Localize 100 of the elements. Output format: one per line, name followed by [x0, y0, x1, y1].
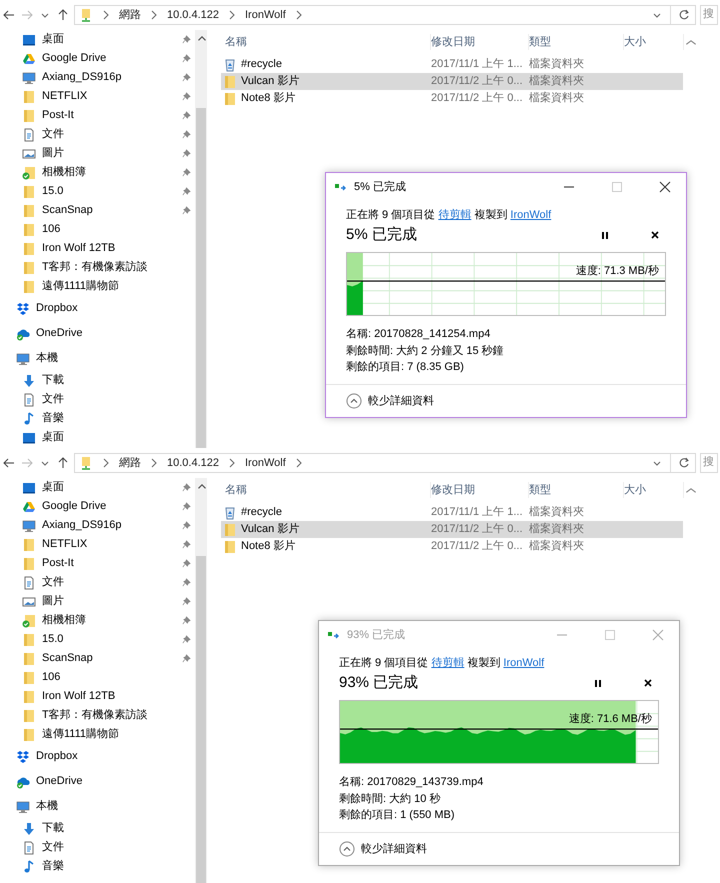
sidebar-item[interactable]: Google Drive: [0, 49, 195, 68]
sidebar-item[interactable]: 相機相簿: [0, 163, 195, 182]
recycle-bin-icon: [223, 58, 237, 72]
file-row[interactable]: #recycle 2017/11/1 上午 1... 檔案資料夾: [221, 56, 683, 73]
breadcrumb[interactable]: IronWolf: [245, 6, 286, 24]
breadcrumb[interactable]: 網路: [119, 454, 141, 472]
scrollbar[interactable]: [195, 478, 207, 883]
sidebar-item[interactable]: 桌面: [0, 428, 195, 447]
sidebar-item[interactable]: 本機: [0, 346, 195, 371]
sidebar-item[interactable]: 文件: [0, 838, 195, 857]
modified-date: 2017/11/1 上午 1...: [431, 505, 524, 520]
picture-icon: [22, 146, 36, 160]
file-row[interactable]: Vulcan 影片 2017/11/2 上午 0... 檔案資料夾: [221, 73, 683, 90]
desktop-icon: [22, 480, 36, 494]
picture-icon: [22, 594, 36, 608]
sidebar-item[interactable]: 相機相簿: [0, 611, 195, 630]
download-arrow-icon: [22, 374, 36, 388]
file-row[interactable]: Note8 影片 2017/11/2 上午 0... 檔案資料夾: [221, 90, 683, 107]
sidebar-item[interactable]: 15.0: [0, 630, 195, 649]
sidebar-item[interactable]: 文件: [0, 390, 195, 409]
sidebar-item[interactable]: Dropbox: [0, 296, 195, 321]
dropbox-icon: [16, 750, 30, 764]
search-field[interactable]: 搜: [700, 453, 718, 473]
folder-icon: [22, 670, 36, 684]
column-header[interactable]: 名稱: [221, 34, 431, 50]
refresh-icon: [677, 456, 691, 470]
folder-icon: [22, 728, 36, 742]
fewer-details-link[interactable]: 較少詳細資料: [368, 392, 434, 409]
breadcrumb[interactable]: 10.0.4.122: [167, 454, 219, 472]
sidebar-item[interactable]: 本機: [0, 794, 195, 819]
sidebar-item[interactable]: Iron Wolf 12TB: [0, 239, 195, 258]
sidebar-item[interactable]: 桌面: [0, 30, 195, 49]
column-header[interactable]: 大小: [624, 34, 684, 50]
folder-icon: [223, 540, 237, 554]
sidebar-item[interactable]: 下載: [0, 371, 195, 390]
sidebar-item[interactable]: 音樂: [0, 857, 195, 876]
destination-link[interactable]: IronWolf: [510, 209, 552, 221]
sidebar-item[interactable]: 遠傳1111購物節: [0, 725, 195, 744]
file-row[interactable]: Note8 影片 2017/11/2 上午 0... 檔案資料夾: [221, 538, 683, 555]
sidebar-item[interactable]: T客邦：有機像素訪談: [0, 706, 195, 725]
sidebar-item[interactable]: Axiang_DS916p: [0, 516, 195, 535]
sidebar-item[interactable]: 遠傳1111購物節: [0, 277, 195, 296]
back-icon: [2, 456, 16, 470]
folder-icon: [22, 632, 36, 646]
sidebar-item[interactable]: 文件: [0, 573, 195, 592]
breadcrumb[interactable]: 網路: [119, 6, 141, 24]
drive-icon: [22, 52, 36, 66]
sidebar-item[interactable]: 音樂: [0, 409, 195, 428]
close-icon: [651, 628, 665, 642]
sidebar-item[interactable]: Axiang_DS916p: [0, 68, 195, 87]
sidebar-item[interactable]: ScanSnap: [0, 649, 195, 668]
close-button[interactable]: [658, 180, 672, 194]
column-header[interactable]: 類型: [529, 482, 624, 498]
download-arrow-icon: [22, 822, 36, 836]
column-header[interactable]: 修改日期: [431, 482, 529, 498]
scrollbar[interactable]: [195, 30, 207, 448]
search-field[interactable]: 搜: [700, 5, 718, 25]
sidebar-item[interactable]: T客邦：有機像素訪談: [0, 258, 195, 277]
sidebar-item[interactable]: Post-It: [0, 106, 195, 125]
music-note-icon: [22, 412, 36, 426]
sidebar-item[interactable]: OneDrive: [0, 769, 195, 794]
sidebar-item[interactable]: Google Drive: [0, 497, 195, 516]
sidebar-item[interactable]: Post-It: [0, 554, 195, 573]
folder-icon: [223, 522, 237, 536]
source-link[interactable]: 待剪輯: [438, 209, 472, 221]
file-row[interactable]: Vulcan 影片 2017/11/2 上午 0... 檔案資料夾: [221, 521, 683, 538]
source-link[interactable]: 待剪輯: [431, 657, 464, 669]
collapse-icon[interactable]: [346, 392, 362, 409]
breadcrumb[interactable]: 10.0.4.122: [167, 6, 219, 24]
sidebar-item[interactable]: ScanSnap: [0, 201, 195, 220]
file-row[interactable]: #recycle 2017/11/1 上午 1... 檔案資料夾: [221, 504, 683, 521]
sidebar-item[interactable]: 圖片: [0, 144, 195, 163]
sidebar-item[interactable]: NETFLIX: [0, 87, 195, 106]
column-header[interactable]: 類型: [529, 34, 624, 50]
address-bar[interactable]: 網路 10.0.4.122 IronWolf: [74, 5, 696, 25]
sidebar-item[interactable]: 圖片: [0, 592, 195, 611]
folder-icon: [22, 108, 36, 122]
sidebar-item[interactable]: 下載: [0, 819, 195, 838]
sidebar-item[interactable]: Dropbox: [0, 744, 195, 769]
address-bar[interactable]: 網路 10.0.4.122 IronWolf: [74, 453, 696, 473]
sidebar-item[interactable]: 文件: [0, 125, 195, 144]
sidebar-item[interactable]: 桌面: [0, 478, 195, 497]
column-header[interactable]: 修改日期: [431, 34, 529, 50]
file-name: Vulcan 影片: [241, 522, 300, 538]
fewer-details-link[interactable]: 較少詳細資料: [361, 840, 427, 857]
sidebar-item[interactable]: NETFLIX: [0, 535, 195, 554]
minimize-icon: [557, 634, 567, 636]
column-header[interactable]: 名稱: [221, 482, 431, 498]
sidebar-item[interactable]: 106: [0, 220, 195, 239]
destination-link[interactable]: IronWolf: [503, 657, 544, 669]
collapse-icon[interactable]: [339, 840, 355, 857]
sidebar-item[interactable]: 15.0: [0, 182, 195, 201]
column-header[interactable]: 大小: [624, 482, 684, 498]
detail-line: 剩餘時間: 大約 10 秒: [339, 792, 442, 806]
breadcrumb[interactable]: IronWolf: [245, 454, 286, 472]
folder-icon: [22, 184, 36, 198]
sidebar-item[interactable]: Iron Wolf 12TB: [0, 687, 195, 706]
folder-icon: [22, 652, 36, 666]
sidebar-item[interactable]: OneDrive: [0, 321, 195, 346]
sidebar-item[interactable]: 106: [0, 668, 195, 687]
